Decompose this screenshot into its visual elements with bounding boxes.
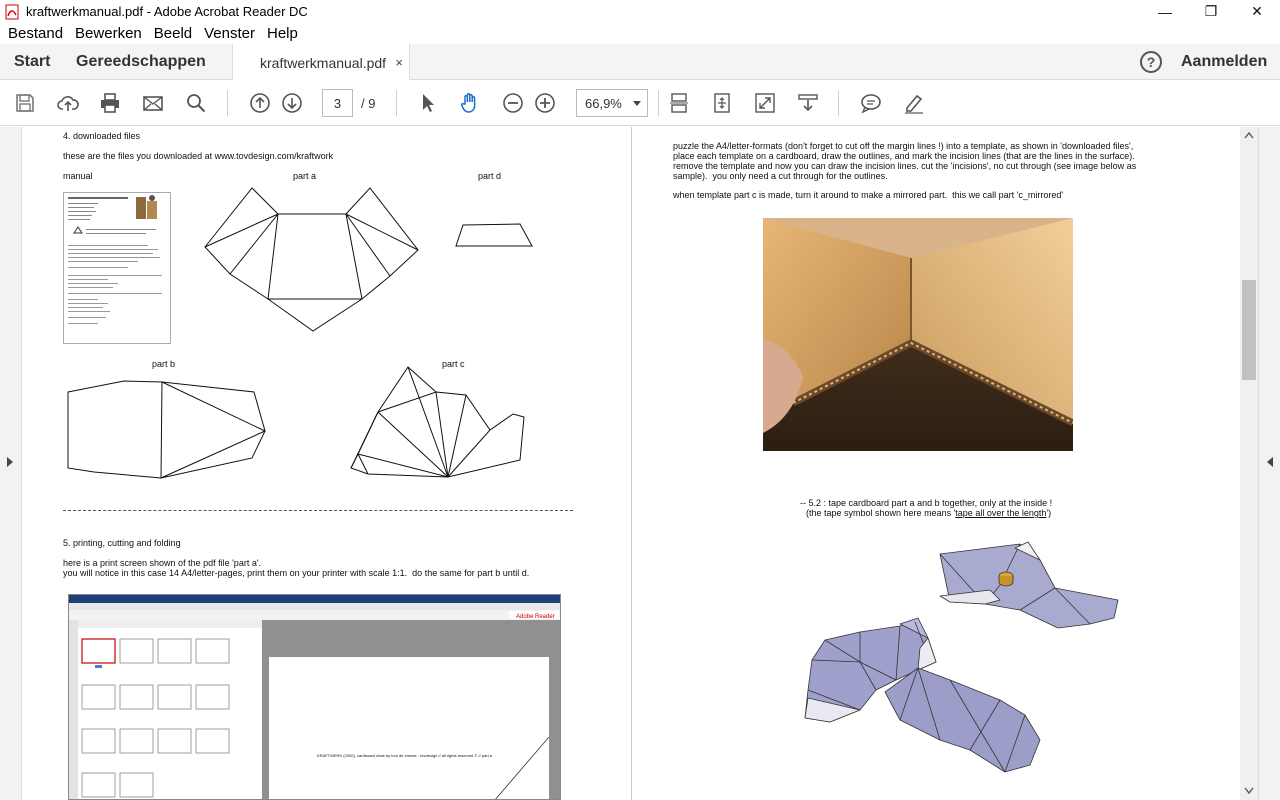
right-panel-toggle[interactable]: [1258, 127, 1280, 800]
menu-venster[interactable]: Venster: [204, 25, 255, 42]
window-title: kraftwerkmanual.pdf - Adobe Acrobat Read…: [26, 4, 308, 19]
select-arrow-icon[interactable]: [416, 91, 440, 115]
step-5-2-prefix: (the tape symbol shown here means ': [806, 508, 956, 518]
printing-text-line2: you will notice in this case 14 A4/lette…: [63, 568, 530, 578]
minimize-button[interactable]: —: [1142, 0, 1188, 23]
page-number-input[interactable]: 3: [322, 89, 353, 117]
print-screen-image: Adobe Reader KRAFTWERK (2000), cardboard…: [68, 594, 561, 800]
chevron-right-icon: [7, 457, 13, 467]
zoom-out-icon[interactable]: [501, 91, 525, 115]
menu-bestand[interactable]: Bestand: [8, 25, 63, 42]
menu-beeld[interactable]: Beeld: [154, 25, 192, 42]
toolbar-separator: [838, 90, 839, 116]
close-window-button[interactable]: ✕: [1234, 0, 1280, 23]
chevron-down-icon: [633, 101, 641, 106]
acrobat-icon: [5, 4, 19, 19]
adobe-reader-logo-text: Adobe Reader: [516, 614, 555, 620]
step-5-2-line2: (the tape symbol shown here means 'tape …: [806, 508, 1051, 518]
scroll-up-arrow-icon[interactable]: [1244, 131, 1254, 139]
right-para-line2: place each template on a cardboard, draw…: [673, 151, 1135, 161]
assembly-3d-render: [804, 541, 1119, 773]
manual-page-illustration: [68, 195, 162, 324]
part-b-template: [67, 380, 267, 479]
cardboard-photo: [763, 218, 1073, 451]
heading-downloaded-files: 4. downloaded files: [63, 131, 141, 141]
menu-bar: Bestand Bewerken Beeld Venster Help: [0, 23, 1280, 44]
email-icon[interactable]: [141, 91, 165, 115]
label-part-d: part d: [478, 171, 502, 181]
left-panel-toggle[interactable]: [0, 127, 22, 800]
highlight-pen-icon[interactable]: [902, 91, 926, 115]
tab-start[interactable]: Start: [14, 44, 50, 80]
right-para-line4: sample). you only need a cut through for…: [673, 171, 888, 181]
signin-button[interactable]: Aanmelden: [1181, 44, 1267, 80]
scroll-down-arrow-icon[interactable]: [1244, 787, 1254, 795]
section-divider: [63, 510, 573, 511]
close-tab-button[interactable]: ×: [395, 55, 403, 70]
part-c-template: [350, 366, 525, 478]
part-a-template: [204, 187, 419, 332]
menu-help[interactable]: Help: [267, 25, 298, 42]
cardboard-corner-illustration: [763, 218, 1073, 451]
mirror-text: when template part c is made, turn it ar…: [673, 190, 1064, 200]
printing-text-line1: here is a print screen shown of the pdf …: [63, 558, 262, 568]
read-mode-icon[interactable]: [796, 91, 820, 115]
toolbar-separator: [658, 90, 659, 116]
restore-button[interactable]: ❐: [1188, 0, 1234, 23]
search-icon[interactable]: [184, 91, 208, 115]
hand-tool-icon[interactable]: [458, 91, 482, 115]
page-total: / 9: [361, 95, 376, 111]
tab-bar: Start Gereedschappen kraftwerkmanual.pdf…: [0, 44, 1280, 81]
print-icon[interactable]: [98, 91, 122, 115]
page-down-icon[interactable]: [280, 91, 304, 115]
page-up-icon[interactable]: [248, 91, 272, 115]
right-para-line1: puzzle the A4/letter-formats (don't forg…: [673, 141, 1134, 151]
zoom-value: 66,9%: [585, 95, 622, 111]
chevron-left-icon: [1267, 457, 1273, 467]
tab-tools[interactable]: Gereedschappen: [76, 44, 206, 80]
label-manual: manual: [63, 171, 93, 181]
screenshot-footer-text: KRAFTWERK (2000), cardboard chair by tom…: [317, 753, 493, 758]
page-separator: [631, 127, 632, 800]
toolbar-separator: [396, 90, 397, 116]
upload-cloud-icon[interactable]: [56, 91, 80, 115]
zoom-select[interactable]: 66,9%: [576, 89, 648, 117]
fit-page-icon[interactable]: [710, 91, 734, 115]
title-bar: kraftwerkmanual.pdf - Adobe Acrobat Read…: [0, 0, 1280, 23]
part-d-template: [455, 223, 533, 247]
scrollbar-thumb[interactable]: [1242, 280, 1256, 380]
tape-link[interactable]: tape all over the length: [955, 508, 1046, 518]
zoom-in-icon[interactable]: [533, 91, 557, 115]
toolbar-separator: [227, 90, 228, 116]
reader-screenshot-illustration: Adobe Reader: [69, 595, 560, 799]
step-5-2-line1: -- 5.2 : tape cardboard part a and b tog…: [800, 498, 1053, 508]
full-screen-icon[interactable]: [753, 91, 777, 115]
tab-document[interactable]: kraftwerkmanual.pdf ×: [232, 44, 410, 81]
comment-icon[interactable]: [859, 91, 883, 115]
right-para-line3: remove the template and now you can draw…: [673, 161, 1137, 171]
label-part-a: part a: [293, 171, 317, 181]
menu-bewerken[interactable]: Bewerken: [75, 25, 142, 42]
vertical-scrollbar[interactable]: [1240, 127, 1258, 800]
heading-printing: 5. printing, cutting and folding: [63, 538, 181, 548]
save-icon[interactable]: [13, 91, 37, 115]
label-part-b: part b: [152, 359, 176, 369]
step-5-2-suffix: '): [1046, 508, 1052, 518]
tab-document-label: kraftwerkmanual.pdf: [260, 54, 387, 71]
scroll-mode-icon[interactable]: [667, 91, 691, 115]
help-icon[interactable]: ?: [1140, 51, 1162, 73]
intro-text: these are the files you downloaded at ww…: [63, 151, 334, 161]
manual-thumbnail: [63, 192, 171, 344]
